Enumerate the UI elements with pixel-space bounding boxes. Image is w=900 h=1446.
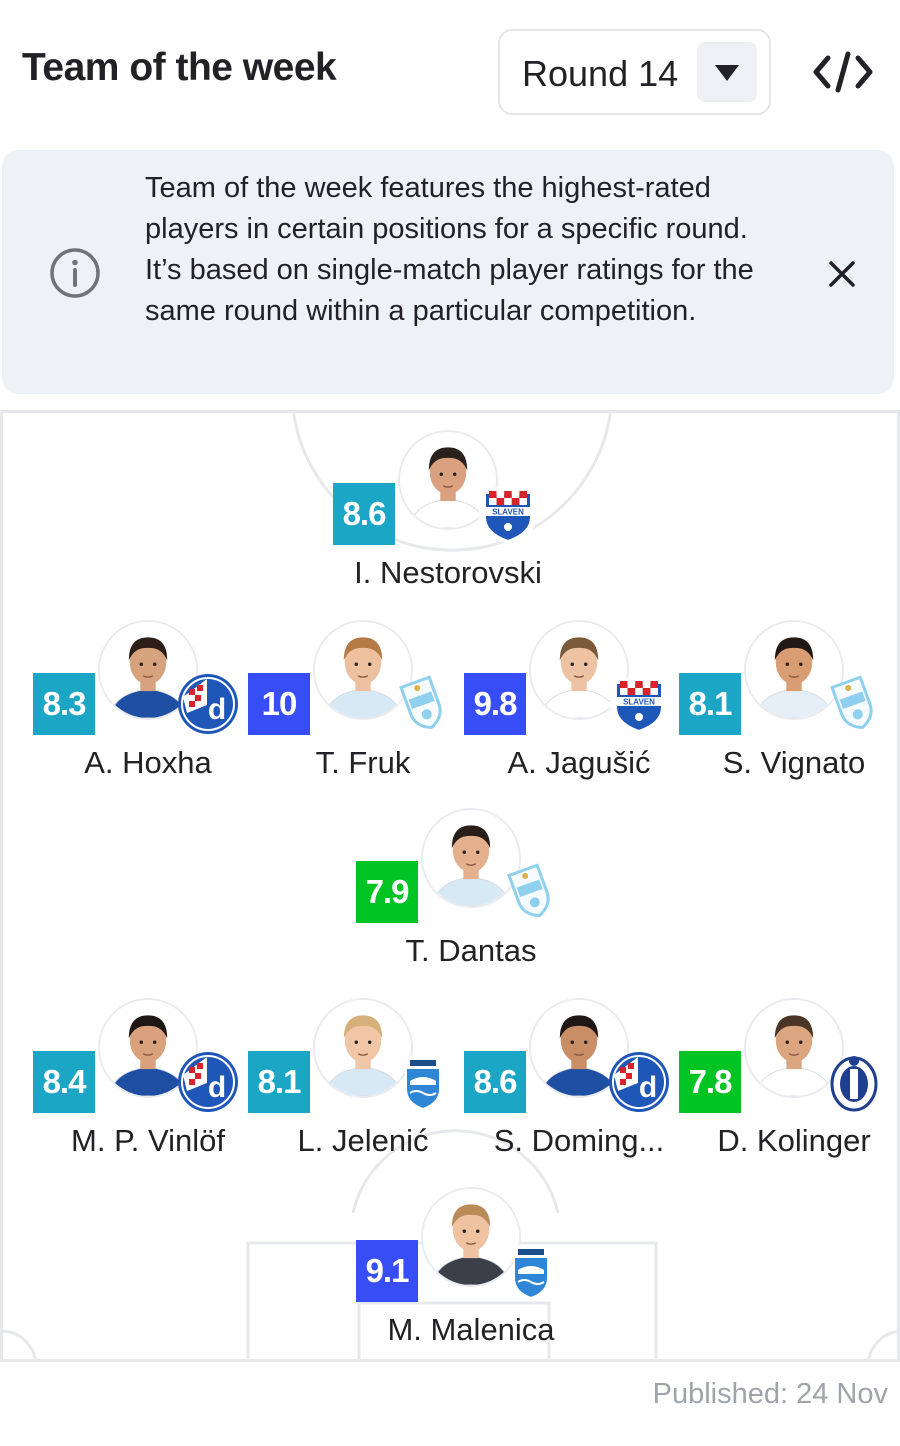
chevron-down-icon [697, 42, 757, 102]
rating-badge: 8.1 [679, 673, 741, 735]
slaven-crest-icon: SLAVEN [608, 673, 670, 735]
round-select[interactable]: Round 14 [498, 29, 771, 115]
header: Team of the week Round 14 [0, 0, 900, 140]
osijek-crest-icon [500, 1240, 562, 1302]
svg-text:d: d [639, 1071, 657, 1104]
osijek-crest-icon [392, 1051, 454, 1113]
rijeka-crest-icon [392, 673, 454, 735]
svg-text:d: d [208, 1071, 226, 1104]
dinamo-crest-icon: d [177, 673, 239, 735]
lokomotiva-crest-icon [823, 1051, 885, 1113]
svg-text:SLAVEN: SLAVEN [492, 508, 524, 517]
player-card[interactable]: 8.6 SLAVEN I. Nestorovski [333, 430, 563, 590]
code-icon [813, 51, 873, 93]
player-card[interactable]: 8.1 L. Jelenić [248, 998, 478, 1158]
embed-code-button[interactable] [808, 44, 878, 100]
rating-badge: 8.3 [33, 673, 95, 735]
player-card[interactable]: 10 T. Fruk [248, 620, 478, 780]
player-card[interactable]: 8.3 d A. Hoxha [33, 620, 263, 780]
info-icon [50, 248, 100, 298]
rating-badge: 9.8 [464, 673, 526, 735]
player-name: I. Nestorovski [354, 555, 542, 590]
svg-text:SLAVEN: SLAVEN [623, 698, 655, 707]
player-card[interactable]: 7.8 D. Kolinger [679, 998, 900, 1158]
dinamo-crest-icon: d [177, 1051, 239, 1113]
player-name: L. Jelenić [297, 1123, 429, 1158]
rijeka-crest-icon [823, 673, 885, 735]
close-icon[interactable] [822, 254, 862, 294]
player-card[interactable]: 9.1 M. Malenica [356, 1187, 586, 1347]
player-card[interactable]: 9.8 SLAVEN A. Jagušić [464, 620, 694, 780]
player-name: T. Dantas [405, 933, 537, 968]
player-name: M. Malenica [387, 1312, 555, 1347]
rating-badge: 8.6 [333, 483, 395, 545]
player-name: S. Vignato [722, 745, 866, 780]
page-title: Team of the week [22, 46, 337, 89]
player-card[interactable]: 8.4 d M. P. Vinlöf [33, 998, 263, 1158]
rating-badge: 8.1 [248, 1051, 310, 1113]
rating-badge: 9.1 [356, 1240, 418, 1302]
slaven-crest-icon: SLAVEN [477, 483, 539, 545]
rijeka-crest-icon [500, 861, 562, 923]
rating-badge: 8.4 [33, 1051, 95, 1113]
player-card[interactable]: 8.1 S. Vignato [679, 620, 900, 780]
info-banner: Team of the week features the highest-ra… [2, 150, 894, 394]
svg-text:d: d [208, 693, 226, 726]
player-card[interactable]: 8.6 d S. Doming... [464, 998, 694, 1158]
published-date: Published: 24 Nov [652, 1378, 888, 1410]
info-text: Team of the week features the highest-ra… [145, 172, 754, 327]
player-name: A. Jagušić [507, 745, 651, 780]
rating-badge: 10 [248, 673, 310, 735]
rating-badge: 7.8 [679, 1051, 741, 1113]
round-select-value: Round 14 [522, 53, 679, 94]
player-name: A. Hoxha [84, 745, 212, 780]
rating-badge: 8.6 [464, 1051, 526, 1113]
player-card[interactable]: 7.9 T. Dantas [356, 808, 586, 968]
player-name: S. Doming... [493, 1123, 665, 1158]
rating-badge: 7.9 [356, 861, 418, 923]
player-name: M. P. Vinlöf [71, 1123, 225, 1158]
player-name: T. Fruk [315, 745, 411, 780]
player-name: D. Kolinger [717, 1123, 871, 1158]
dinamo-crest-icon: d [608, 1051, 670, 1113]
